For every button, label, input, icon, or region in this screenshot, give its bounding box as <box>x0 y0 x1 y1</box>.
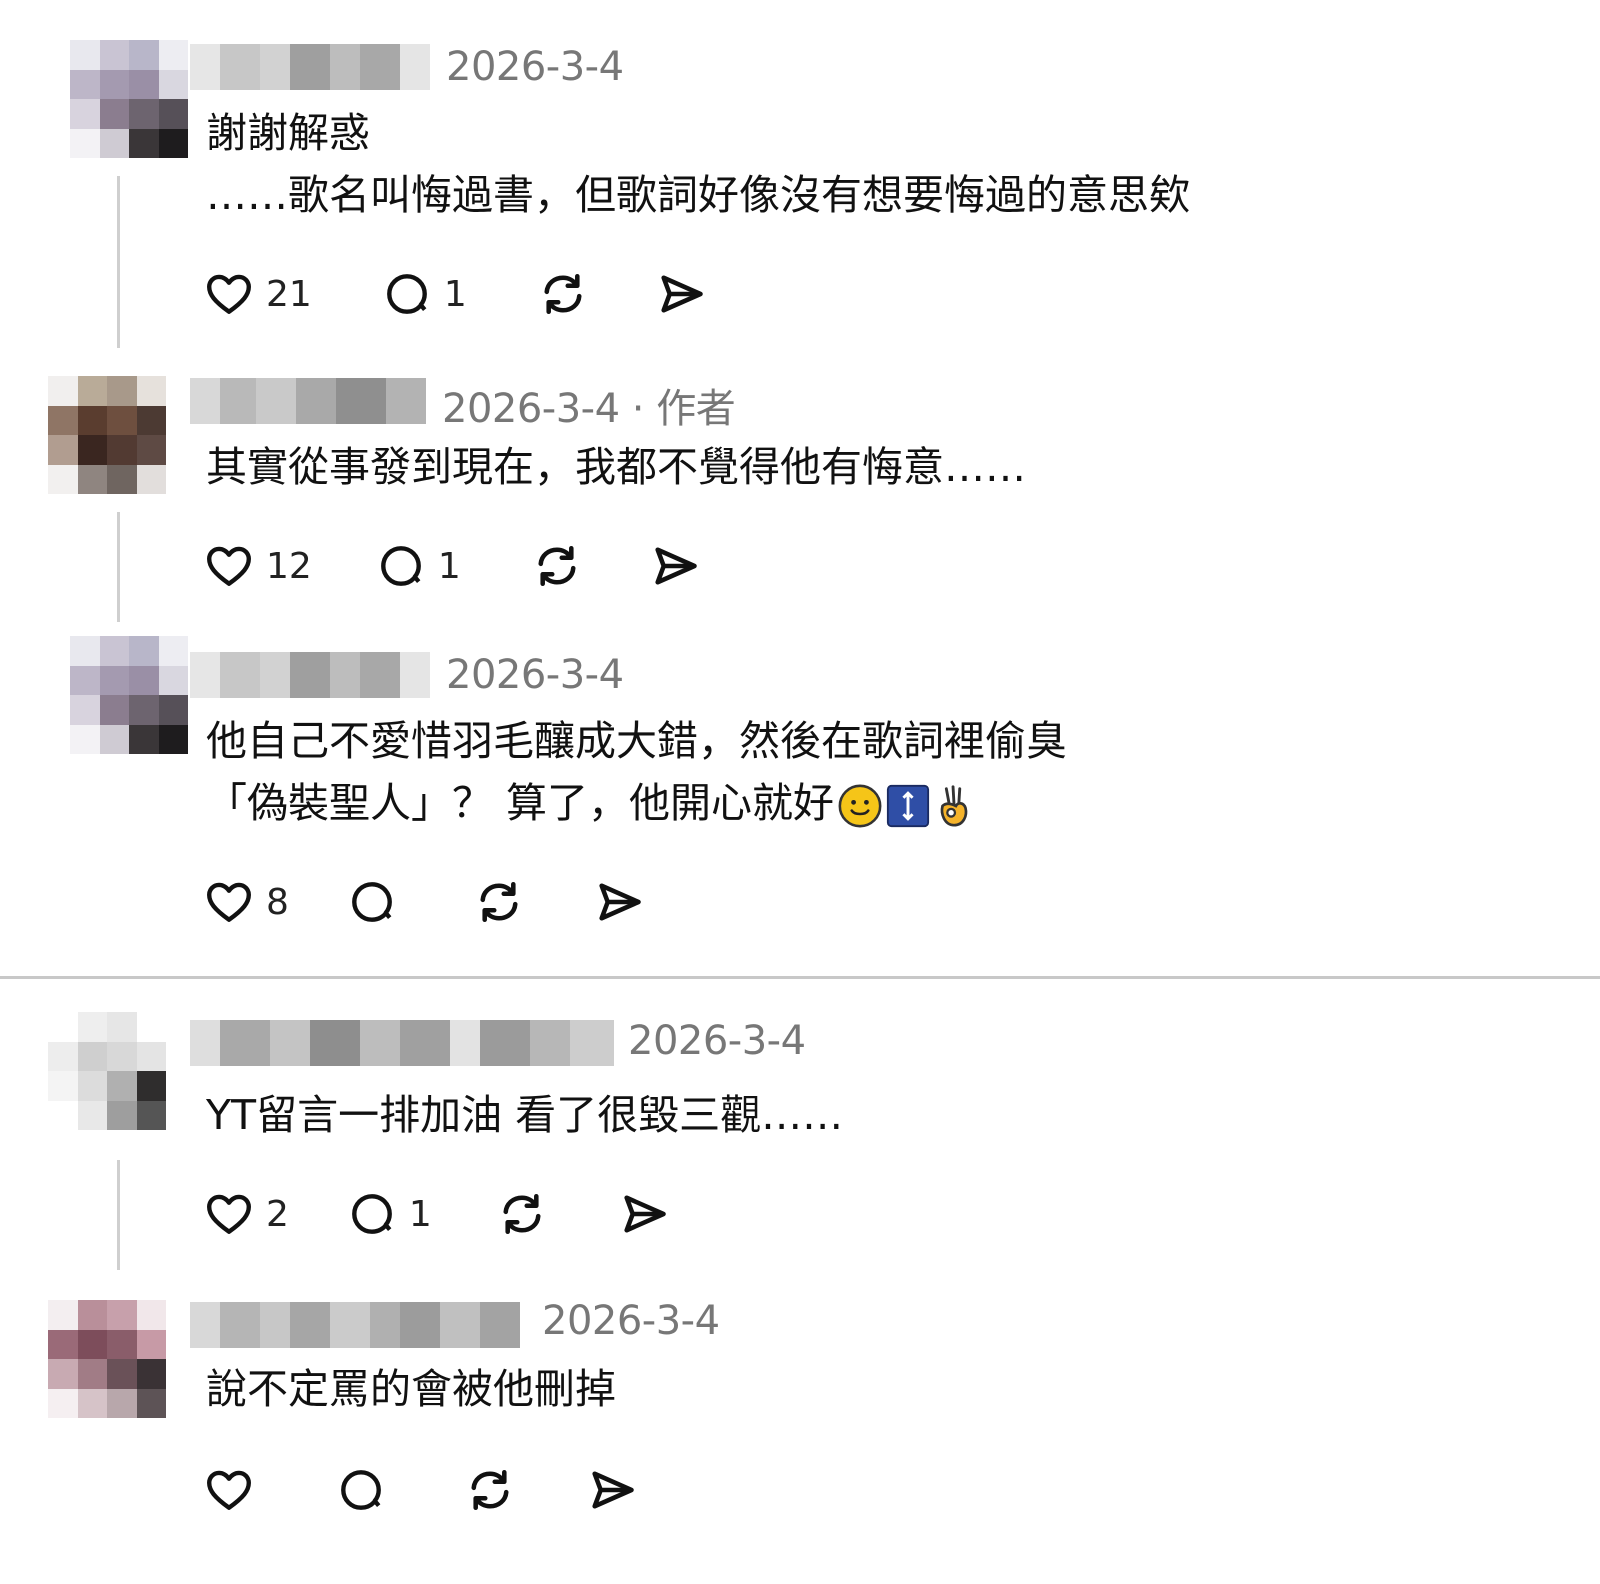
repost-button[interactable] <box>473 876 525 928</box>
smiling-face-emoji <box>838 784 882 828</box>
action-bar: 12 1 <box>204 536 701 596</box>
like-button[interactable]: 2 <box>204 1189 289 1239</box>
repost-icon <box>503 1193 541 1235</box>
avatar[interactable] <box>48 1300 166 1418</box>
section-divider <box>0 976 1600 979</box>
avatar[interactable] <box>48 376 166 494</box>
heart-icon <box>207 1470 251 1510</box>
username-blurred[interactable] <box>190 44 430 90</box>
like-button[interactable]: 8 <box>204 877 289 927</box>
reply-count: 1 <box>408 1193 432 1235</box>
comment-text: 其實從事發到現在，我都不覺得他有悔意…… <box>206 436 1026 498</box>
share-icon <box>661 275 703 313</box>
share-icon <box>624 1195 666 1233</box>
username-blurred[interactable] <box>190 1020 614 1066</box>
comment-text: 謝謝解惑 ……歌名叫悔過書，但歌詞好像沒有想要悔過的意思欸 <box>206 102 1190 226</box>
share-button[interactable] <box>655 268 707 320</box>
repost-icon <box>544 273 582 315</box>
comment-text: 說不定罵的會被他刪掉 <box>206 1358 616 1420</box>
reply-button[interactable]: 1 <box>347 1189 432 1239</box>
like-button[interactable]: 12 <box>204 541 312 591</box>
username-blurred[interactable] <box>190 652 430 698</box>
repost-button[interactable] <box>464 1464 516 1516</box>
share-icon <box>592 1471 634 1509</box>
reply-button[interactable] <box>336 1465 398 1515</box>
comment-icon <box>352 882 392 922</box>
comment-date: 2026-3-4 <box>446 652 624 698</box>
share-button[interactable] <box>586 1464 638 1516</box>
like-count: 2 <box>266 1193 289 1235</box>
username-blurred[interactable] <box>190 378 426 424</box>
comment-icon <box>341 1470 381 1510</box>
avatar[interactable] <box>48 1012 166 1130</box>
repost-button[interactable] <box>496 1188 548 1240</box>
action-bar <box>204 1460 638 1520</box>
comment-date: 2026-3-4 <box>628 1018 806 1064</box>
reply-button[interactable]: 1 <box>376 541 461 591</box>
avatar[interactable] <box>70 40 188 158</box>
comment-icon <box>380 546 421 586</box>
repost-icon <box>471 1469 509 1511</box>
repost-icon <box>538 545 576 587</box>
thread-line <box>117 176 120 348</box>
username-blurred[interactable] <box>190 1302 520 1348</box>
comment-text: 他自己不愛惜羽毛釀成大錯，然後在歌詞裡偷臭 「偽裝聖人」？ 算了，他開心就好 <box>206 710 1067 834</box>
reply-count: 1 <box>443 273 467 315</box>
reply-count: 1 <box>437 545 461 587</box>
repost-icon <box>480 881 518 923</box>
heart-icon <box>207 882 251 922</box>
avatar[interactable] <box>70 636 188 754</box>
like-button[interactable] <box>204 1465 266 1515</box>
comment-text-line: 他自己不愛惜羽毛釀成大錯，然後在歌詞裡偷臭 <box>206 717 1067 765</box>
comment-text-line-with-emoji: 「偽裝聖人」？ 算了，他開心就好 <box>206 772 1067 834</box>
comment-text-line: ……歌名叫悔過書，但歌詞好像沒有想要悔過的意思欸 <box>206 171 1190 219</box>
comment-date: 2026-3-4 <box>542 1298 720 1344</box>
action-bar: 2 1 <box>204 1184 670 1244</box>
up-down-arrow-emoji <box>886 784 930 828</box>
share-button[interactable] <box>618 1188 670 1240</box>
like-count: 8 <box>266 881 289 923</box>
comment-icon <box>386 274 427 314</box>
comment-text-line: 說不定罵的會被他刪掉 <box>206 1365 616 1413</box>
repost-button[interactable] <box>531 540 583 592</box>
thread-line <box>117 1160 120 1270</box>
share-button[interactable] <box>649 540 701 592</box>
thread-line <box>117 512 120 622</box>
like-count: 12 <box>266 545 312 587</box>
heart-icon <box>207 546 251 586</box>
share-icon <box>599 883 641 921</box>
ok-hand-emoji <box>940 785 968 827</box>
comment-text: YT留言一排加油 看了很毀三觀…… <box>206 1084 843 1146</box>
share-icon <box>655 547 697 585</box>
heart-icon <box>207 1194 251 1234</box>
comment-text-line: 謝謝解惑 <box>206 109 370 157</box>
comment-text-line: 其實從事發到現在，我都不覺得他有悔意…… <box>206 443 1026 491</box>
reply-button[interactable] <box>347 877 409 927</box>
comment-text-line: YT留言一排加油 看了很毀三觀…… <box>206 1091 844 1139</box>
like-count: 21 <box>266 273 312 315</box>
comment-date: 2026-3-4 <box>446 44 624 90</box>
share-button[interactable] <box>593 876 645 928</box>
like-button[interactable]: 21 <box>204 269 312 319</box>
comment-icon <box>352 1194 392 1234</box>
repost-button[interactable] <box>537 268 589 320</box>
action-bar: 8 <box>204 872 645 932</box>
action-bar: 21 1 <box>204 264 707 324</box>
comment-text-line: 「偽裝聖人」？ 算了，他開心就好 <box>206 779 835 827</box>
heart-icon <box>207 274 251 314</box>
comment-date: 2026-3-4 · 作者 <box>442 386 736 432</box>
reply-button[interactable]: 1 <box>382 269 467 319</box>
